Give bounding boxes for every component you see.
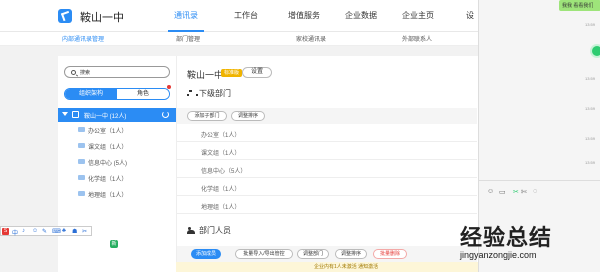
- punctuation-icon[interactable]: ♪: [22, 228, 25, 234]
- screenshot-icon[interactable]: ✄: [521, 188, 527, 196]
- chat-divider: [479, 180, 600, 181]
- emoji-icon[interactable]: ☺: [487, 188, 494, 195]
- tree-item-label: 化学组（1人）: [88, 177, 128, 183]
- tab-roles[interactable]: 角色: [117, 89, 169, 99]
- adjust-department-button[interactable]: 调整部门: [297, 249, 329, 259]
- skin-icon[interactable]: ♣: [62, 228, 66, 234]
- chinese-mode-icon[interactable]: 中: [12, 228, 18, 237]
- view-toggle: 组织架构 角色: [64, 88, 170, 100]
- table-row[interactable]: 信息中心（5人）: [177, 160, 477, 178]
- watermark-title: 经验总结: [460, 225, 553, 250]
- tree-item[interactable]: 化学组（1人）: [58, 172, 176, 184]
- tree-item-label: 信息中心 (5人): [88, 161, 128, 167]
- tab-org-structure[interactable]: 组织架构: [65, 89, 117, 99]
- chat-status-icon[interactable]: [590, 44, 600, 58]
- activation-hint-text[interactable]: 企业内有1人未激活 通知激活: [314, 263, 378, 270]
- nav-value-added[interactable]: 增值服务: [288, 10, 320, 21]
- search-placeholder: 搜索: [80, 70, 91, 76]
- search-icon: [71, 70, 76, 75]
- add-sub-department-button[interactable]: 添加子部门: [187, 111, 227, 121]
- department-detail-panel: 鞍山一中 标准版 设置 下级部门 添加子部门 调整排序 办公室（1人） 课文组（…: [176, 56, 478, 272]
- department-members-heading: 部门人员: [199, 226, 231, 235]
- chat-timestamp: 13:59: [585, 160, 596, 165]
- top-navigation-bar: 鞍山一中 通讯录 工作台 增值服务 企业数据 企业主页 设: [0, 0, 478, 32]
- tree-item-label: 办公室（1人）: [88, 129, 128, 135]
- dept-row-label: 信息中心（5人）: [201, 169, 247, 175]
- table-row[interactable]: 课文组（1人）: [177, 142, 477, 160]
- caret-down-icon[interactable]: [62, 112, 68, 116]
- nav-contacts[interactable]: 通讯录: [174, 10, 198, 21]
- table-row[interactable]: 地理组（1人）: [177, 196, 477, 214]
- tools-icon[interactable]: ✂: [82, 228, 87, 235]
- subnav-school-contacts[interactable]: 家校通讯录: [296, 34, 326, 43]
- refresh-icon[interactable]: [162, 111, 169, 118]
- tree-item-label: 地理组（1人）: [88, 193, 128, 199]
- tree-root-label: 鞍山一中 (12人): [84, 114, 127, 120]
- emoji-icon[interactable]: ☺: [32, 228, 38, 234]
- nav-enterprise-home[interactable]: 企业主页: [402, 10, 434, 21]
- search-input[interactable]: 搜索: [64, 66, 170, 78]
- chat-timestamp: 13:59: [585, 136, 596, 141]
- school-name: 鞍山一中: [80, 12, 124, 24]
- folder-icon: [78, 191, 85, 196]
- subnav-external-contacts[interactable]: 外部联系人: [402, 34, 432, 43]
- tree-item[interactable]: 地理组（1人）: [58, 188, 176, 200]
- edition-badge: 标准版: [221, 69, 243, 77]
- sub-navigation: 内部通讯录管理 部门管理 家校通讯录 外部联系人: [0, 32, 478, 46]
- ime-toolbar: S 中 ♪ ☺ ✎ ⌨ ♣ ☗ ✂: [0, 226, 92, 237]
- folder-icon: [78, 143, 85, 148]
- ime-logo-icon[interactable]: S: [2, 228, 9, 235]
- voice-icon[interactable]: ✎: [42, 228, 47, 235]
- subnav-department-management[interactable]: 部门管理: [176, 34, 200, 43]
- folder-icon[interactable]: ▭: [499, 188, 506, 196]
- tree-item[interactable]: 课文组（1人）: [58, 140, 176, 152]
- batch-import-export-button[interactable]: 批量导入/导出管控: [235, 249, 293, 259]
- tree-item-label: 课文组（1人）: [88, 145, 128, 151]
- members-toolbar: 添加成员 批量导入/导出管控 调整部门 调整排序 批量删除: [177, 246, 477, 262]
- tree-item[interactable]: 办公室（1人）: [58, 124, 176, 136]
- subnav-internal-contacts[interactable]: 内部通讯录管理: [62, 34, 104, 43]
- app-logo-icon: [58, 9, 72, 23]
- nav-settings-partial[interactable]: 设: [466, 10, 474, 21]
- department-title: 鞍山一中: [187, 70, 224, 80]
- shirt-icon[interactable]: ☗: [72, 228, 77, 235]
- watermark-url: jingyanzongjie.com: [460, 250, 537, 260]
- notification-dot: [167, 85, 171, 89]
- building-icon: [72, 111, 79, 118]
- watermark: 经验总结 jingyanzongjie.com: [452, 214, 600, 272]
- chat-timestamp: 13:59: [585, 76, 596, 81]
- adjust-order-button[interactable]: 调整排序: [335, 249, 367, 259]
- chat-timestamp: 13:59: [585, 22, 596, 27]
- chat-message-text: 我我 看看我们: [562, 3, 594, 9]
- sort-departments-button[interactable]: 调整排序: [231, 111, 265, 121]
- tree-item[interactable]: 信息中心 (5人): [58, 156, 176, 168]
- dept-row-label: 办公室（1人）: [201, 133, 241, 139]
- chat-timestamp: 13:59: [585, 106, 596, 111]
- sub-departments-heading: 下级部门: [199, 89, 231, 98]
- tree-root-node[interactable]: 鞍山一中 (12人): [58, 108, 176, 122]
- people-icon: [187, 227, 195, 234]
- new-feature-badge: 新: [110, 240, 118, 248]
- dept-row-label: 化学组（1人）: [201, 187, 241, 193]
- dept-row-label: 地理组（1人）: [201, 205, 241, 211]
- settings-button[interactable]: 设置: [242, 67, 272, 78]
- folder-icon: [78, 159, 85, 164]
- dept-row-label: 课文组（1人）: [201, 151, 241, 157]
- add-member-button[interactable]: 添加成员: [191, 249, 221, 259]
- folder-icon: [78, 127, 85, 132]
- folder-icon: [78, 175, 85, 180]
- batch-delete-button[interactable]: 批量删除: [373, 249, 407, 259]
- chat-history-icon[interactable]: ◌: [533, 188, 537, 195]
- activation-hint-bar: 企业内有1人未激活 通知激活: [176, 262, 478, 272]
- sub-dept-toolbar: 添加子部门 调整排序: [177, 108, 477, 124]
- keyboard-icon[interactable]: ⌨: [52, 228, 61, 235]
- nav-workbench[interactable]: 工作台: [234, 10, 258, 21]
- scissors-icon[interactable]: ✂: [513, 188, 519, 196]
- org-chart-icon: [187, 90, 198, 97]
- table-row[interactable]: 办公室（1人）: [177, 124, 477, 142]
- nav-enterprise-data[interactable]: 企业数据: [345, 10, 377, 21]
- table-row[interactable]: 化学组（1人）: [177, 178, 477, 196]
